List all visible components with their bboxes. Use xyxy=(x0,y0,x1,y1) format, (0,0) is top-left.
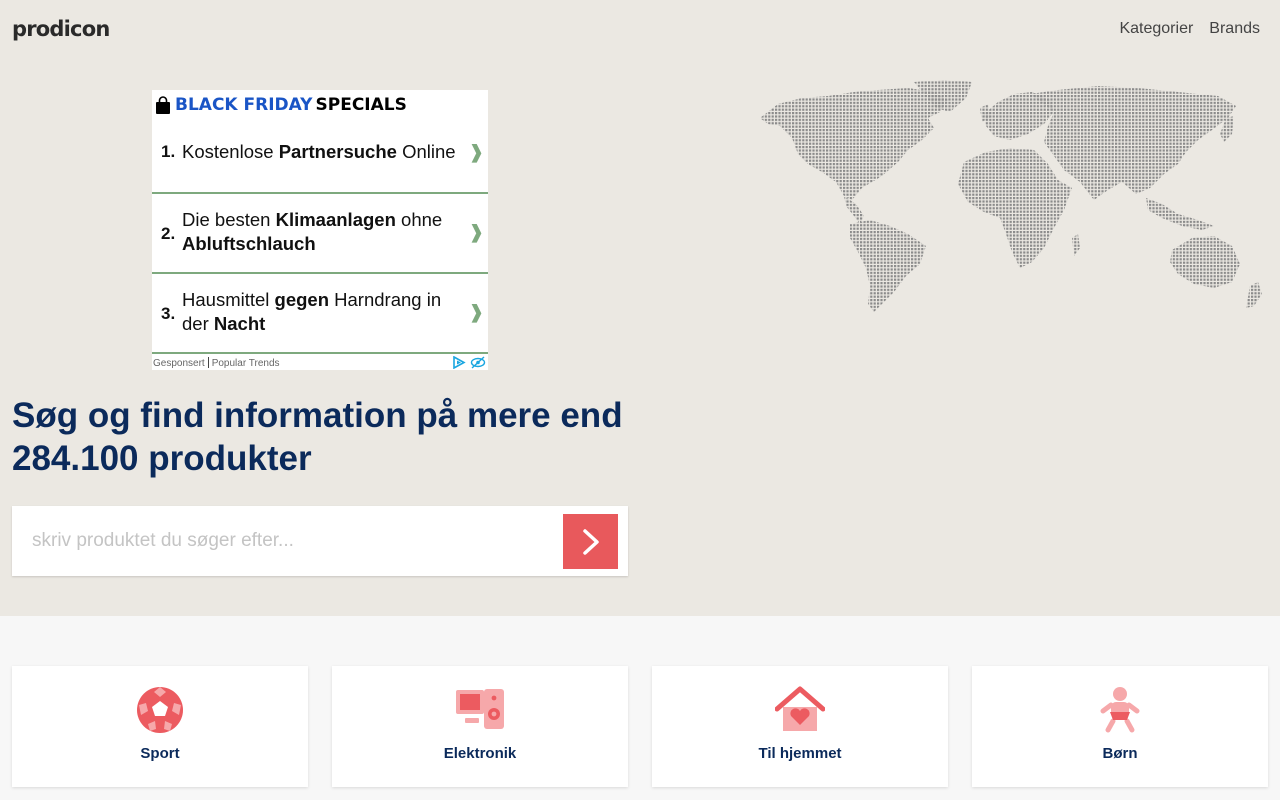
electronics-icon xyxy=(456,689,504,729)
nav-kategorier[interactable]: Kategorier xyxy=(1119,20,1193,38)
world-map-image xyxy=(760,80,1262,312)
ad-title: BLACK FRIDAY SPECIALS xyxy=(154,94,407,116)
category-card-til-hjemmet[interactable]: Til hjemmet xyxy=(652,666,948,787)
ad-title-blue: BLACK FRIDAY xyxy=(175,95,313,115)
hide-ad-icon[interactable] xyxy=(470,356,486,369)
site-logo[interactable]: prodicon xyxy=(12,17,110,41)
shopping-bag-icon xyxy=(156,96,170,114)
category-label: Til hjemmet xyxy=(758,745,842,762)
ad-item-number: 1. xyxy=(161,142,176,161)
ad-item-number: 3. xyxy=(161,304,176,323)
ad-item-text: Hausmittel gegen Harndrang in der Nacht xyxy=(182,289,442,334)
ad-footer-label: Gesponsert Popular Trends xyxy=(153,357,280,369)
hero-section: prodicon Kategorier Brands BLACK FRIDAY … xyxy=(0,0,1280,616)
search-box xyxy=(12,506,628,576)
category-label: Børn xyxy=(1102,745,1138,762)
search-input[interactable] xyxy=(12,506,552,576)
search-button[interactable] xyxy=(563,514,618,569)
chevron-right-icon xyxy=(582,528,599,555)
ad-item-text: Die besten Klimaanlagen ohne Abluftschla… xyxy=(182,209,443,254)
category-card-sport[interactable]: Sport xyxy=(12,666,308,787)
chevron-right-icon[interactable]: ❱ xyxy=(469,302,484,323)
soccer-ball-icon xyxy=(137,687,183,733)
home-heart-icon xyxy=(775,686,825,731)
ad-item-text: Kostenlose Partnersuche Online xyxy=(182,141,456,162)
nav-brands[interactable]: Brands xyxy=(1209,20,1260,38)
ad-item[interactable]: 2. Die besten Klimaanlagen ohne Abluftsc… xyxy=(152,194,488,274)
ad-item-number: 2. xyxy=(161,224,176,243)
ad-footer: Gesponsert Popular Trends xyxy=(152,356,488,370)
chevron-right-icon[interactable]: ❱ xyxy=(469,142,484,163)
baby-icon xyxy=(1100,687,1140,733)
category-card-elektronik[interactable]: Elektronik xyxy=(332,666,628,787)
category-label: Elektronik xyxy=(443,745,517,762)
ad-banner[interactable]: BLACK FRIDAY SPECIALS 1. Kostenlose Part… xyxy=(152,90,488,370)
ad-item[interactable]: 1. Kostenlose Partnersuche Online ❱ xyxy=(152,122,488,194)
top-nav: Kategorier Brands xyxy=(1119,20,1260,38)
ad-item[interactable]: 3. Hausmittel gegen Harndrang in der Nac… xyxy=(152,274,488,354)
ad-footer-icons xyxy=(452,356,486,369)
page-title: Søg og find information på mere end 284.… xyxy=(12,396,623,478)
ad-title-black: SPECIALS xyxy=(315,95,407,115)
category-card-born[interactable]: Børn xyxy=(972,666,1268,787)
category-cards: Sport Elektronik Til hjemmet Børn xyxy=(12,666,1268,787)
chevron-right-icon[interactable]: ❱ xyxy=(469,222,484,243)
category-label: Sport xyxy=(140,745,180,762)
adchoices-icon[interactable] xyxy=(452,356,466,369)
